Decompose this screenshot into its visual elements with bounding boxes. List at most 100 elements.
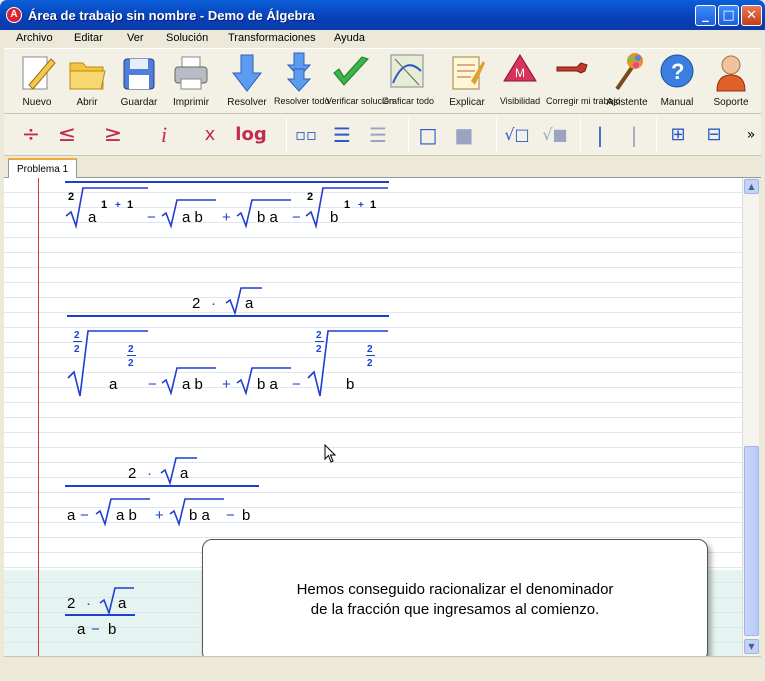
svg-text:2: 2 [128,358,134,369]
asistente-button[interactable]: Asistente [604,51,650,108]
imaginary-button[interactable]: i [154,120,174,150]
overflow-chevron-icon[interactable]: » [744,120,758,150]
stack-disabled-icon[interactable]: ☰ [366,120,390,150]
menu-solucion[interactable]: Solución [166,32,208,44]
svg-text:b: b [346,376,354,393]
scrollbar-thumb[interactable] [744,446,759,636]
svg-text:b: b [242,507,250,524]
svg-text:a: a [245,295,254,312]
toolbar-separator [286,118,287,152]
svg-text:2: 2 [307,191,313,203]
matrix-alt-icon[interactable]: ⊟ [700,120,728,150]
svg-text:+: + [222,376,231,393]
svg-text:−: − [80,507,89,524]
abrir-button[interactable]: Abrir [64,51,110,108]
power-icon[interactable]: □ [416,120,440,150]
svg-text:1: 1 [127,199,133,211]
svg-text:1: 1 [370,199,376,211]
scroll-up-icon[interactable]: ▲ [744,179,759,194]
svg-text:−: − [292,376,301,393]
power-disabled-icon[interactable]: ■ [452,120,476,150]
menu-ayuda[interactable]: Ayuda [334,32,365,44]
explanation-balloon: Hemos conseguido racionalizar el denomin… [202,539,708,662]
verificar-button[interactable]: Verificar solución [326,51,394,106]
visibility-icon: M [503,54,537,82]
svg-text:+: + [222,209,231,226]
floppy-disk-icon [123,58,155,90]
svg-text:+: + [155,507,164,524]
menu-archivo[interactable]: Archivo [16,32,53,44]
svg-text:−: − [91,621,100,638]
app-logo-icon[interactable]: A [6,7,22,23]
resolver-todo-button[interactable]: Resolver todo [274,51,330,106]
svg-text:−: − [147,209,156,226]
close-icon[interactable]: ✕ [741,5,762,26]
expression-3: 2 · a a − a b + b a − b [65,457,259,527]
stack-icon[interactable]: ☰ [330,120,354,150]
svg-text:a: a [109,376,118,393]
svg-text:·: · [147,465,152,482]
svg-text:2: 2 [74,344,80,355]
folder-icon [69,62,106,90]
maximize-icon[interactable]: □ [718,5,739,26]
title-bar: A Área de trabajo sin nombre - Demo de Á… [0,0,765,30]
guardar-button[interactable]: Guardar [116,51,162,108]
divide-button[interactable]: ÷ [18,120,44,150]
menu-ver[interactable]: Ver [127,32,144,44]
solve-all-arrow-icon [286,52,312,92]
svg-text:2: 2 [128,344,134,355]
svg-text:?: ? [671,59,684,84]
svg-text:·: · [86,595,91,612]
status-bar [4,656,761,678]
svg-text:b: b [330,209,338,226]
toolbar-separator [408,118,409,152]
tab-strip: Problema 1 [4,156,761,179]
matrix-icon[interactable]: ⊞ [664,120,692,150]
solve-arrow-icon [231,54,263,92]
resolver-button[interactable]: Resolver [222,51,272,108]
less-equal-button[interactable]: ≤ [54,120,80,150]
minimize-icon[interactable]: _ [695,5,716,26]
visibilidad-button[interactable]: M Visibilidad [495,51,545,106]
expression-2: 2 · a 2 2 a 2 2 − a b + b a − 2 2 b 2 2 [67,287,389,397]
scroll-down-icon[interactable]: ▼ [744,639,759,654]
svg-text:a b: a b [116,507,137,524]
soporte-button[interactable]: Soporte [707,51,755,108]
tab-problema-1[interactable]: Problema 1 [8,158,78,179]
manual-button[interactable]: ? Manual [655,51,699,108]
subscript-button[interactable]: x [200,120,220,150]
explicar-button[interactable]: Explicar [442,51,492,108]
svg-text:2: 2 [74,330,80,341]
mouse-cursor-icon [324,444,337,463]
svg-text:+: + [358,200,364,211]
abs-disabled-icon[interactable]: |■| [622,120,648,177]
wand-icon [615,53,643,91]
new-document-icon [22,56,56,90]
expression-result: 2 · a a − b [65,587,135,638]
menu-editar[interactable]: Editar [74,32,103,44]
nuevo-button[interactable]: Nuevo [14,51,60,108]
greater-equal-button[interactable]: ≥ [100,120,126,150]
sqrt-icon[interactable]: √□ [504,120,530,150]
svg-text:a b: a b [182,376,203,393]
svg-text:b a: b a [257,209,279,226]
svg-text:2: 2 [367,344,373,355]
graficar-button[interactable]: Graficar todo [382,51,434,106]
vertical-scrollbar[interactable]: ▲ ▼ [742,178,759,656]
toolbar-separator [580,118,581,152]
sqrt-disabled-icon[interactable]: √■ [542,120,568,150]
log-button[interactable]: log [234,120,268,150]
svg-text:a: a [77,621,86,638]
layout-icon[interactable]: ▫▫ [294,120,318,150]
menu-transformaciones[interactable]: Transformaciones [228,32,316,44]
toolbar-separator [656,118,657,152]
abs-icon[interactable]: |□| [588,120,614,177]
explain-icon [452,56,485,90]
imprimir-button[interactable]: Imprimir [168,51,214,108]
svg-text:a: a [67,507,76,524]
svg-text:−: − [148,376,157,393]
graph-icon [390,54,424,88]
corregir-button[interactable]: Corregir mi trabajo [546,51,621,106]
svg-text:2: 2 [68,191,74,203]
svg-text:b a: b a [189,507,211,524]
